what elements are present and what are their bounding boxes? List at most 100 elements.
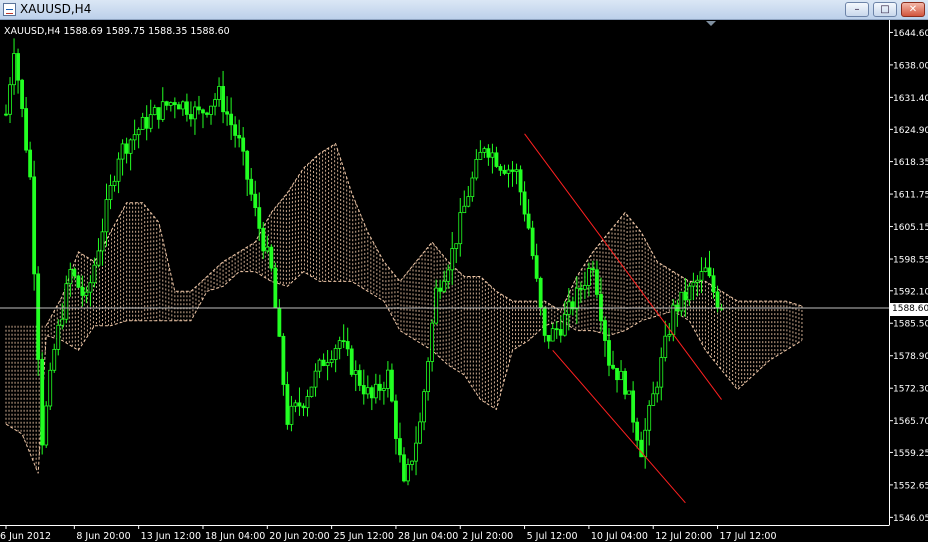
candle-body — [168, 102, 173, 106]
maximize-button[interactable]: □ — [873, 2, 897, 17]
candle-body — [325, 362, 330, 367]
candle-body — [156, 107, 161, 120]
candle-body — [587, 268, 591, 286]
candle-body — [474, 159, 479, 179]
candle-body — [76, 275, 81, 288]
chart-shift-marker — [706, 21, 716, 26]
candle-body — [506, 169, 511, 174]
candle-body — [659, 357, 664, 388]
candle-body — [635, 421, 640, 441]
time-tick-label: 12 Jul 20:00 — [655, 531, 712, 542]
candle-body — [514, 169, 519, 172]
time-tick-label: 8 Jun 20:00 — [76, 531, 130, 542]
candle-body — [707, 267, 712, 277]
candle-body — [655, 386, 660, 395]
candle-body — [607, 340, 611, 366]
candle-body — [96, 250, 101, 266]
candle-body — [8, 84, 12, 115]
candle-body — [229, 113, 234, 126]
candle-body — [241, 137, 246, 152]
candle-body — [24, 108, 29, 151]
candle-body — [116, 158, 121, 182]
candle-body — [671, 304, 676, 335]
candle-body — [619, 370, 623, 381]
candle-body — [201, 109, 205, 114]
candle-body — [647, 405, 652, 431]
close-button[interactable]: ✕ — [901, 2, 925, 17]
price-tick-label: 1559.25 — [893, 449, 928, 459]
candle-body — [64, 283, 69, 320]
candle-body — [466, 196, 471, 207]
candle-body — [120, 143, 125, 160]
candle-body — [530, 227, 535, 257]
candle-body — [269, 246, 274, 269]
candle-body — [193, 106, 197, 120]
candle-body — [293, 402, 298, 407]
candle-body — [667, 334, 672, 337]
candle-body — [205, 112, 209, 115]
candle-body — [562, 313, 567, 336]
candle-body — [526, 213, 531, 229]
candle-body — [402, 454, 406, 482]
candle-body — [84, 291, 89, 296]
candle-body — [482, 148, 487, 153]
candle-body — [140, 116, 145, 130]
price-tick-label: 1605.15 — [893, 223, 928, 233]
time-tick-label: 6 Jun 2012 — [0, 531, 51, 542]
candle-body — [180, 101, 185, 110]
minimize-button[interactable]: – — [845, 2, 869, 17]
candle-body — [321, 359, 326, 367]
candle-body — [554, 328, 559, 331]
candle-body — [538, 277, 543, 309]
candle-body — [337, 340, 342, 349]
candle-body — [333, 348, 338, 360]
candle-body — [44, 405, 49, 446]
candle-body — [414, 442, 418, 462]
candle-body — [361, 385, 366, 395]
price-tick-label: 1598.55 — [893, 256, 928, 266]
candle-body — [687, 285, 692, 301]
candle-body — [494, 152, 499, 167]
candle-body — [518, 169, 523, 193]
candle-body — [627, 390, 631, 395]
price-tick-label: 1552.65 — [893, 481, 928, 491]
price-tick-label: 1611.75 — [893, 191, 928, 201]
candle-body — [152, 107, 157, 116]
candle-body — [349, 348, 354, 375]
candle-body — [578, 287, 583, 290]
candle-body — [329, 359, 334, 363]
candle-body — [498, 166, 503, 171]
candle-body — [112, 180, 117, 186]
candle-body — [623, 370, 627, 395]
candle-body — [148, 114, 153, 129]
candle-body — [542, 307, 547, 336]
candle-body — [261, 227, 266, 252]
candle-body — [711, 275, 716, 293]
candle-body — [546, 335, 551, 342]
candle-body — [164, 101, 169, 106]
candle-body — [406, 464, 410, 482]
price-chart[interactable]: 1644.60 1638.00 1631.40 1624.90 1618.35 1611.… — [0, 20, 928, 542]
candle-body — [277, 307, 282, 337]
candle-body — [281, 335, 286, 385]
candle-body — [703, 267, 708, 272]
candle-body — [611, 364, 615, 369]
candle-body — [144, 116, 149, 129]
candle-body — [341, 340, 346, 343]
candle-body — [40, 359, 45, 446]
candle-body — [454, 243, 459, 249]
window-titlebar: XAUUSD,H4 – □ ✕ — [0, 0, 928, 20]
candle-body — [510, 169, 515, 172]
candle-body — [534, 255, 539, 279]
candle-body — [394, 400, 398, 439]
time-tick-label: 10 Jul 04:00 — [591, 531, 648, 542]
candle-body — [217, 86, 221, 100]
price-tick-label: 1546.05 — [893, 514, 928, 524]
price-tick-label: 1572.30 — [893, 385, 928, 395]
candle-body — [434, 287, 439, 324]
candle-body — [490, 152, 495, 158]
candle-body — [249, 178, 254, 195]
candle-body — [176, 104, 181, 110]
window-title: XAUUSD,H4 — [20, 2, 92, 16]
candle-body — [265, 246, 270, 252]
